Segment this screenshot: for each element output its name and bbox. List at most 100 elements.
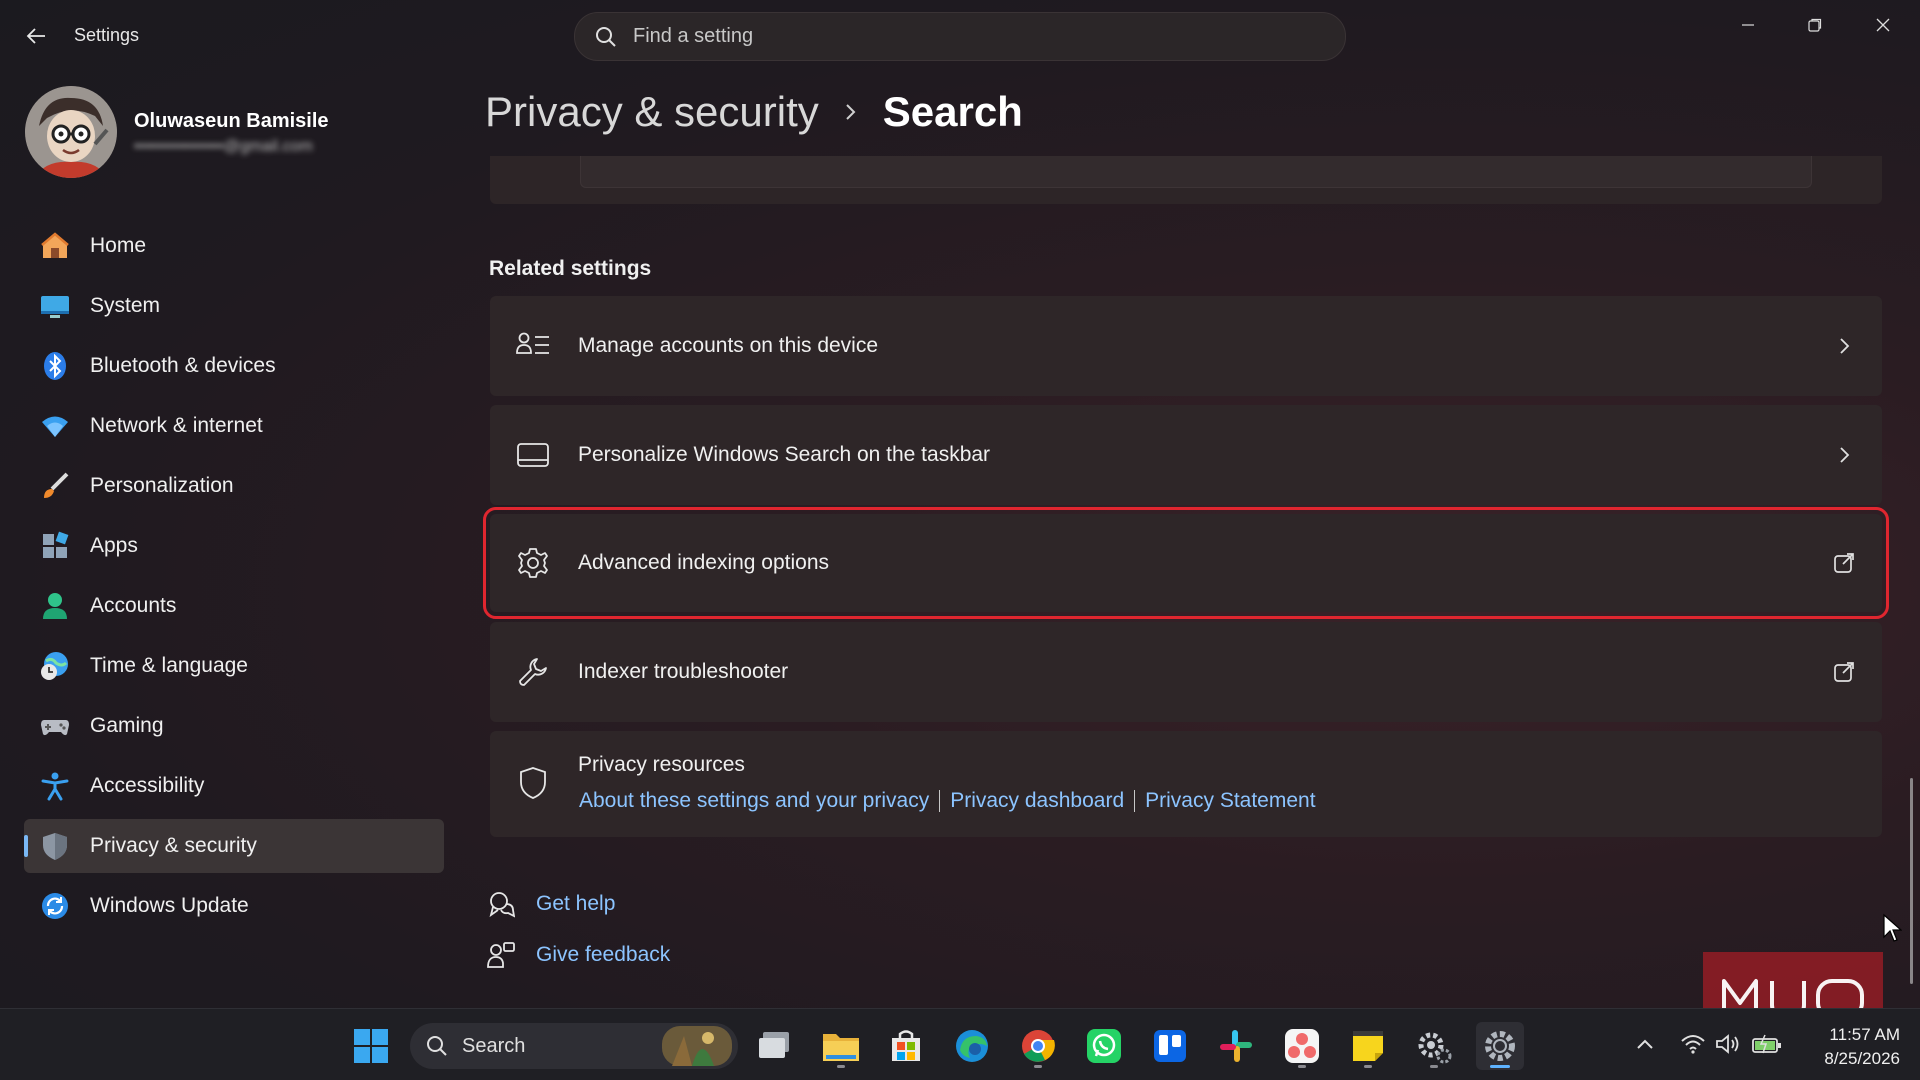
- volume-tray-button[interactable]: [1713, 1029, 1743, 1059]
- sidebar-item-time-language[interactable]: Time & language: [24, 639, 444, 693]
- network-tray-button[interactable]: [1678, 1029, 1708, 1059]
- minimize-button[interactable]: [1725, 10, 1771, 40]
- sidebar-item-windows-update[interactable]: Windows Update: [24, 879, 444, 933]
- battery-tray-button[interactable]: [1752, 1029, 1782, 1059]
- gear-icon: [514, 544, 552, 582]
- get-help-row[interactable]: Get help: [486, 889, 615, 919]
- card-label: Personalize Windows Search on the taskba…: [578, 443, 991, 466]
- close-button[interactable]: [1860, 10, 1906, 40]
- close-icon: [1876, 18, 1890, 32]
- scrolled-card-field: [580, 156, 1812, 188]
- gears-icon: [1418, 1032, 1452, 1064]
- whatsapp-icon: [1087, 1029, 1121, 1063]
- running-indicator: [1430, 1065, 1438, 1068]
- show-hidden-icons-button[interactable]: [1630, 1029, 1660, 1059]
- chevron-right-icon: [1830, 441, 1858, 469]
- chevron-up-icon: [1637, 1039, 1653, 1049]
- sidebar-item-apps[interactable]: Apps: [24, 519, 444, 573]
- external-link-icon: [1830, 549, 1858, 577]
- scrollbar-thumb[interactable]: [1910, 778, 1913, 984]
- mouse-cursor-icon: [1883, 913, 1902, 942]
- manage-accounts-card[interactable]: Manage accounts on this device: [490, 296, 1882, 396]
- sidebar-item-label: Apps: [90, 534, 138, 557]
- taskbar-clock[interactable]: 11:57 AM 8/25/2026: [1800, 1023, 1900, 1071]
- settings-search-box[interactable]: [574, 12, 1346, 61]
- sticky-notes-button[interactable]: [1344, 1022, 1392, 1070]
- page-title: Search: [882, 88, 1023, 135]
- trello-button[interactable]: [1146, 1022, 1194, 1070]
- external-link-icon: [1830, 658, 1858, 686]
- file-explorer-button[interactable]: [817, 1022, 865, 1070]
- speaker-icon: [1716, 1034, 1739, 1054]
- search-icon: [596, 26, 616, 47]
- personalize-search-taskbar-card[interactable]: Personalize Windows Search on the taskba…: [490, 405, 1882, 505]
- back-button[interactable]: [20, 20, 52, 52]
- windows-logo-icon: [354, 1029, 388, 1063]
- restore-button[interactable]: [1792, 10, 1838, 40]
- about-settings-privacy-link[interactable]: About these settings and your privacy: [579, 789, 929, 813]
- edge-button[interactable]: [948, 1022, 996, 1070]
- apps-icon: [40, 531, 70, 561]
- sidebar-item-personalization[interactable]: Personalization: [24, 459, 444, 513]
- sidebar-item-label: Accounts: [90, 594, 177, 617]
- trello-icon: [1154, 1030, 1186, 1062]
- avatar[interactable]: [25, 86, 117, 178]
- chrome-button[interactable]: [1014, 1022, 1062, 1070]
- sidebar-item-accounts[interactable]: Accounts: [24, 579, 444, 633]
- sidebar-nav: Home System Bluetooth & devices Network …: [24, 219, 444, 939]
- restore-icon: [1808, 18, 1822, 32]
- sidebar-item-privacy-security[interactable]: Privacy & security: [24, 819, 444, 873]
- asana-button[interactable]: [1278, 1022, 1326, 1070]
- edge-icon: [956, 1030, 988, 1062]
- slack-button[interactable]: [1212, 1022, 1260, 1070]
- arrow-left-icon: [26, 28, 45, 44]
- feedback-icon: [486, 940, 516, 970]
- start-button[interactable]: [347, 1022, 395, 1070]
- breadcrumb-parent[interactable]: Privacy & security: [485, 88, 819, 136]
- settings-search-input[interactable]: [633, 25, 1273, 48]
- battery-charging-icon: [1752, 1034, 1781, 1054]
- privacy-resources-title: Privacy resources: [578, 753, 745, 776]
- sidebar-item-bluetooth[interactable]: Bluetooth & devices: [24, 339, 444, 393]
- sidebar-item-accessibility[interactable]: Accessibility: [24, 759, 444, 813]
- link-divider: [939, 790, 941, 812]
- sidebar-item-label: System: [90, 294, 161, 317]
- clock-time: 11:57 AM: [1829, 1025, 1900, 1044]
- sidebar-item-label: Accessibility: [90, 774, 205, 797]
- sidebar-item-label: Privacy & security: [90, 834, 257, 857]
- section-title-related-settings: Related settings: [489, 257, 652, 280]
- profile-email: ••••••••••••••••@gmail.com: [134, 138, 313, 155]
- sidebar-item-network[interactable]: Network & internet: [24, 399, 444, 453]
- sidebar-item-label: Gaming: [90, 714, 164, 737]
- give-feedback-row[interactable]: Give feedback: [486, 940, 670, 970]
- advanced-indexing-options-card[interactable]: Advanced indexing options: [483, 507, 1889, 619]
- sidebar-item-gaming[interactable]: Gaming: [24, 699, 444, 753]
- sidebar-item-system[interactable]: System: [24, 279, 444, 333]
- shield-outline-icon: [514, 764, 552, 802]
- accounts-list-icon: [514, 327, 552, 365]
- asana-icon: [1285, 1029, 1319, 1063]
- chrome-icon: [1022, 1030, 1055, 1062]
- sidebar-item-label: Personalization: [90, 474, 234, 497]
- task-view-button[interactable]: [751, 1022, 799, 1070]
- running-indicator: [1034, 1065, 1042, 1068]
- update-icon: [40, 891, 70, 921]
- taskbar-search[interactable]: Search: [410, 1023, 738, 1069]
- settings-app-button[interactable]: [1476, 1022, 1524, 1070]
- wifi-tray-icon: [1681, 1035, 1705, 1054]
- microsoft-store-button[interactable]: [882, 1022, 930, 1070]
- settings-gear-icon: [1485, 1031, 1515, 1061]
- taskbar-search-label: Search: [462, 1034, 526, 1057]
- sidebar-item-home[interactable]: Home: [24, 219, 444, 273]
- slack-icon: [1220, 1030, 1252, 1062]
- privacy-dashboard-link[interactable]: Privacy dashboard: [950, 789, 1124, 813]
- get-help-link[interactable]: Get help: [536, 892, 615, 916]
- give-feedback-link[interactable]: Give feedback: [536, 943, 670, 967]
- taskbar: Search 11:57 AM 8/25/2026: [0, 1008, 1920, 1080]
- store-icon: [892, 1030, 920, 1061]
- privacy-statement-link[interactable]: Privacy Statement: [1145, 789, 1315, 813]
- indexer-troubleshooter-card[interactable]: Indexer troubleshooter: [490, 622, 1882, 722]
- whatsapp-button[interactable]: [1080, 1022, 1128, 1070]
- scrolled-card: [490, 156, 1882, 204]
- control-panel-button[interactable]: [1410, 1022, 1458, 1070]
